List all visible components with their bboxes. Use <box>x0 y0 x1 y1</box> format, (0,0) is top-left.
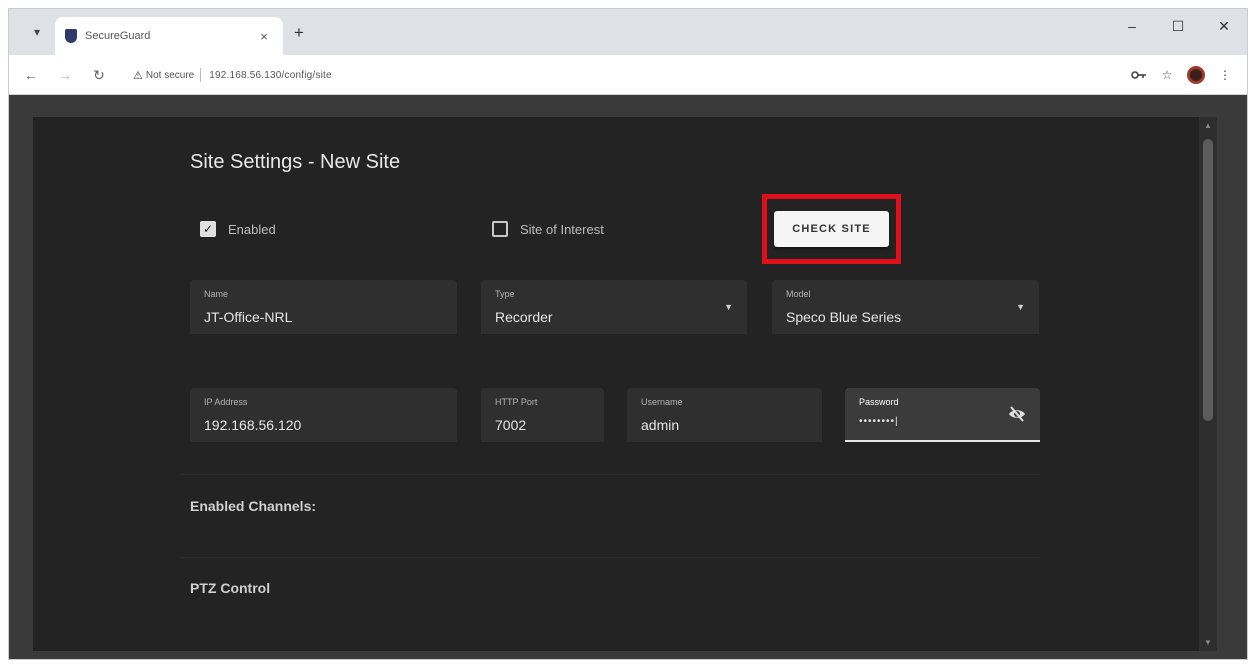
username-field[interactable]: Username admin <box>627 388 822 442</box>
checkbox-checked-icon[interactable]: ✓ <box>200 221 216 237</box>
visibility-off-eye-icon[interactable] <box>1008 406 1026 422</box>
bookmark-star-icon[interactable]: ☆ <box>1153 63 1181 87</box>
window-controls: – ☐ ✕ <box>1109 9 1247 43</box>
tab-strip: ▾ SecureGuard × + – ☐ ✕ <box>9 9 1247 55</box>
toolbar-actions: ☆ ⋮ <box>1125 63 1239 87</box>
minimize-button[interactable]: – <box>1109 9 1155 43</box>
browser-toolbar: ← → ↻ ⚠ Not secure 192.168.56.130/config… <box>9 55 1247 95</box>
http-port-value[interactable]: 7002 <box>495 417 526 433</box>
section-divider <box>180 474 1040 475</box>
address-bar[interactable]: ⚠ Not secure 192.168.56.130/config/site <box>125 61 1105 89</box>
type-select-value[interactable]: Recorder <box>495 309 553 325</box>
enabled-label: Enabled <box>228 221 276 237</box>
section-divider <box>180 557 1040 558</box>
type-select[interactable]: Type Recorder ▼ <box>481 280 747 334</box>
browser-tab[interactable]: SecureGuard × <box>55 17 283 55</box>
site-of-interest-checkbox[interactable]: Site of Interest <box>492 221 604 237</box>
http-port-label: HTTP Port <box>495 397 538 407</box>
model-select[interactable]: Model Speco Blue Series ▼ <box>772 280 1039 334</box>
ip-address-value[interactable]: 192.168.56.120 <box>204 417 301 433</box>
url-text[interactable]: 192.168.56.130/config/site <box>209 70 332 81</box>
scrollbar-thumb[interactable] <box>1203 139 1213 421</box>
dropdown-arrow-icon[interactable]: ▼ <box>1016 302 1025 312</box>
enabled-checkbox[interactable]: ✓ Enabled <box>200 221 276 237</box>
omnibox-divider <box>200 68 202 82</box>
new-tab-button[interactable]: + <box>287 21 311 45</box>
warning-icon: ⚠ <box>133 69 143 82</box>
vertical-scrollbar[interactable]: ▲ ▼ <box>1199 117 1217 651</box>
shield-favicon-icon <box>65 29 77 43</box>
enabled-channels-header[interactable]: Enabled Channels: <box>190 498 316 514</box>
scroll-up-arrow-icon[interactable]: ▲ <box>1204 121 1212 130</box>
tab-close-icon[interactable]: × <box>255 29 273 44</box>
ip-address-label: IP Address <box>204 397 248 407</box>
name-field[interactable]: Name JT-Office-NRL <box>190 280 457 334</box>
site-settings-panel: Site Settings - New Site ✓ Enabled Site … <box>33 117 1199 651</box>
password-value[interactable]: ••••••••| <box>859 416 899 427</box>
back-arrow-icon[interactable]: ← <box>19 63 43 87</box>
page-viewport: Site Settings - New Site ✓ Enabled Site … <box>9 95 1247 659</box>
password-field[interactable]: Password ••••••••| <box>845 388 1040 442</box>
maximize-button[interactable]: ☐ <box>1155 9 1201 43</box>
check-site-button[interactable]: CHECK SITE <box>774 211 889 247</box>
model-select-value[interactable]: Speco Blue Series <box>786 309 901 325</box>
page-title: Site Settings - New Site <box>190 151 401 173</box>
scroll-down-arrow-icon[interactable]: ▼ <box>1204 638 1212 647</box>
ptz-control-header[interactable]: PTZ Control <box>190 580 270 596</box>
dropdown-arrow-icon[interactable]: ▼ <box>724 302 733 312</box>
type-select-label: Type <box>495 289 515 299</box>
profile-avatar[interactable] <box>1187 66 1205 84</box>
close-window-button[interactable]: ✕ <box>1201 9 1247 43</box>
security-status[interactable]: Not secure <box>146 70 194 81</box>
reload-icon[interactable]: ↻ <box>87 63 111 87</box>
tab-title: SecureGuard <box>85 30 151 42</box>
ip-address-field[interactable]: IP Address 192.168.56.120 <box>190 388 457 442</box>
username-label: Username <box>641 397 683 407</box>
forward-arrow-icon[interactable]: → <box>53 63 77 87</box>
name-field-value[interactable]: JT-Office-NRL <box>204 309 292 325</box>
menu-dots-icon[interactable]: ⋮ <box>1211 63 1239 87</box>
site-of-interest-label: Site of Interest <box>520 221 604 237</box>
http-port-field[interactable]: HTTP Port 7002 <box>481 388 604 442</box>
password-key-icon[interactable] <box>1125 63 1153 87</box>
browser-window: ▾ SecureGuard × + – ☐ ✕ ← → ↻ ⚠ Not secu… <box>8 8 1248 660</box>
username-value[interactable]: admin <box>641 417 679 433</box>
checkbox-unchecked-icon[interactable] <box>492 221 508 237</box>
tab-search-icon[interactable]: ▾ <box>23 19 51 45</box>
password-label: Password <box>859 397 899 407</box>
name-field-label: Name <box>204 289 229 299</box>
model-select-label: Model <box>786 289 811 299</box>
